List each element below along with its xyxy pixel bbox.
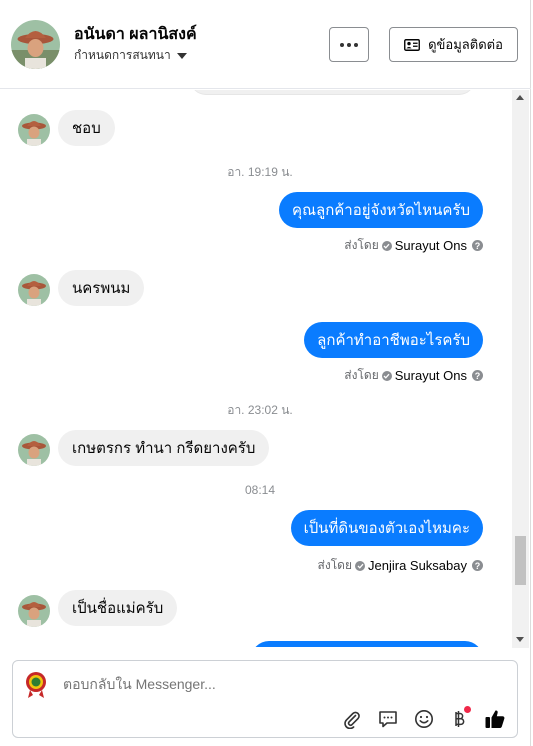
ellipsis-icon — [340, 42, 344, 47]
scrollbar-thumb[interactable] — [515, 536, 526, 585]
caret-down-icon — [176, 53, 187, 59]
sender-avatar[interactable] — [18, 274, 50, 306]
reply-input[interactable] — [63, 676, 483, 692]
reply-composer — [12, 660, 518, 738]
more-options-button[interactable] — [329, 27, 369, 62]
outgoing-message-bubble[interactable]: ลูกค้าทำอาชีพอะไรครับ — [304, 322, 483, 358]
verified-check-icon — [355, 560, 365, 571]
incoming-message-bubble[interactable]: เป็นชื่อแม่ครับ — [58, 590, 178, 626]
incoming-message-bubble[interactable]: เกษตรกร ทำนา กรีดยางครับ — [58, 430, 270, 466]
message-timestamp: 08:14 — [244, 483, 276, 497]
thumbs-up-icon — [485, 710, 505, 728]
sender-name[interactable]: Surayut Ons — [395, 238, 467, 253]
outgoing-message-bubble-partial — [251, 641, 483, 647]
message-list-scrollbar[interactable] — [512, 90, 529, 648]
sender-name[interactable]: Surayut Ons — [395, 368, 467, 383]
like-button[interactable] — [483, 707, 507, 731]
contact-name[interactable]: อนันดา ผลานิสงค์ — [74, 22, 197, 47]
payment-button[interactable] — [447, 706, 471, 731]
paperclip-icon — [344, 711, 360, 729]
smiley-icon — [415, 710, 433, 728]
sent-by-line: ส่งโดย Surayut Ons ? — [344, 366, 483, 385]
incoming-message-bubble[interactable]: ชอบ — [58, 110, 115, 146]
sent-by-prefix: ส่งโดย — [317, 558, 352, 572]
sent-by-prefix: ส่งโดย — [344, 368, 379, 382]
messenger-conversation-panel: อนันดา ผลานิสงค์ กำหนดการสนทนา ดูข้อมูลต… — [0, 0, 531, 746]
sender-avatar[interactable] — [18, 595, 50, 627]
message-timestamp: อา. 19:19 น. — [227, 165, 293, 179]
conversation-assign-dropdown[interactable]: กำหนดการสนทนา — [74, 46, 187, 65]
sender-avatar[interactable] — [18, 434, 50, 466]
view-contact-info-button[interactable]: ดูข้อมูลติดต่อ — [389, 27, 518, 62]
sent-by-line: ส่งโดย Jenjira Suksabay ? — [318, 556, 483, 575]
contact-avatar[interactable] — [11, 20, 60, 69]
contact-card-icon — [404, 38, 421, 51]
chat-bubble-icon — [379, 711, 397, 728]
help-icon[interactable]: ? — [472, 240, 483, 251]
scroll-down-arrow-icon[interactable] — [516, 637, 524, 642]
ellipsis-dot — [347, 42, 351, 47]
verified-check-icon — [381, 240, 392, 251]
help-icon[interactable]: ? — [472, 560, 483, 571]
sender-avatar[interactable] — [18, 114, 50, 146]
saved-replies-button[interactable] — [376, 707, 400, 731]
view-contact-info-label: ดูข้อมูลติดต่อ — [428, 37, 503, 52]
conversation-assign-label: กำหนดการสนทนา — [74, 48, 171, 62]
outgoing-message-bubble[interactable]: คุณลูกค้าอยู่จังหวัดไหนครับ — [279, 192, 483, 228]
ellipsis-dot — [354, 42, 358, 47]
incoming-message-bubble[interactable]: นครพนม — [58, 270, 145, 306]
help-icon[interactable]: ? — [472, 370, 483, 381]
outgoing-message-bubble[interactable]: เป็นที่ดินของตัวเองไหมคะ — [290, 510, 483, 546]
previous-message-bubble — [190, 90, 475, 94]
attach-file-button[interactable] — [340, 707, 364, 731]
conversation-header: อนันดา ผลานิสงค์ กำหนดการสนทนา ดูข้อมูลต… — [0, 0, 531, 89]
scroll-up-arrow-icon[interactable] — [516, 95, 524, 100]
sent-by-line: ส่งโดย Surayut Ons ? — [344, 236, 483, 255]
emoji-button[interactable] — [412, 707, 436, 731]
message-list[interactable]: ชอบ อา. 19:19 น. คุณลูกค้าอยู่จังหวัดไหน… — [0, 90, 512, 647]
page-avatar — [23, 671, 49, 699]
notification-dot — [464, 706, 471, 713]
message-timestamp: อา. 23:02 น. — [227, 403, 293, 417]
sent-by-prefix: ส่งโดย — [344, 238, 379, 252]
verified-check-icon — [381, 370, 392, 381]
sender-name[interactable]: Jenjira Suksabay — [368, 558, 467, 573]
